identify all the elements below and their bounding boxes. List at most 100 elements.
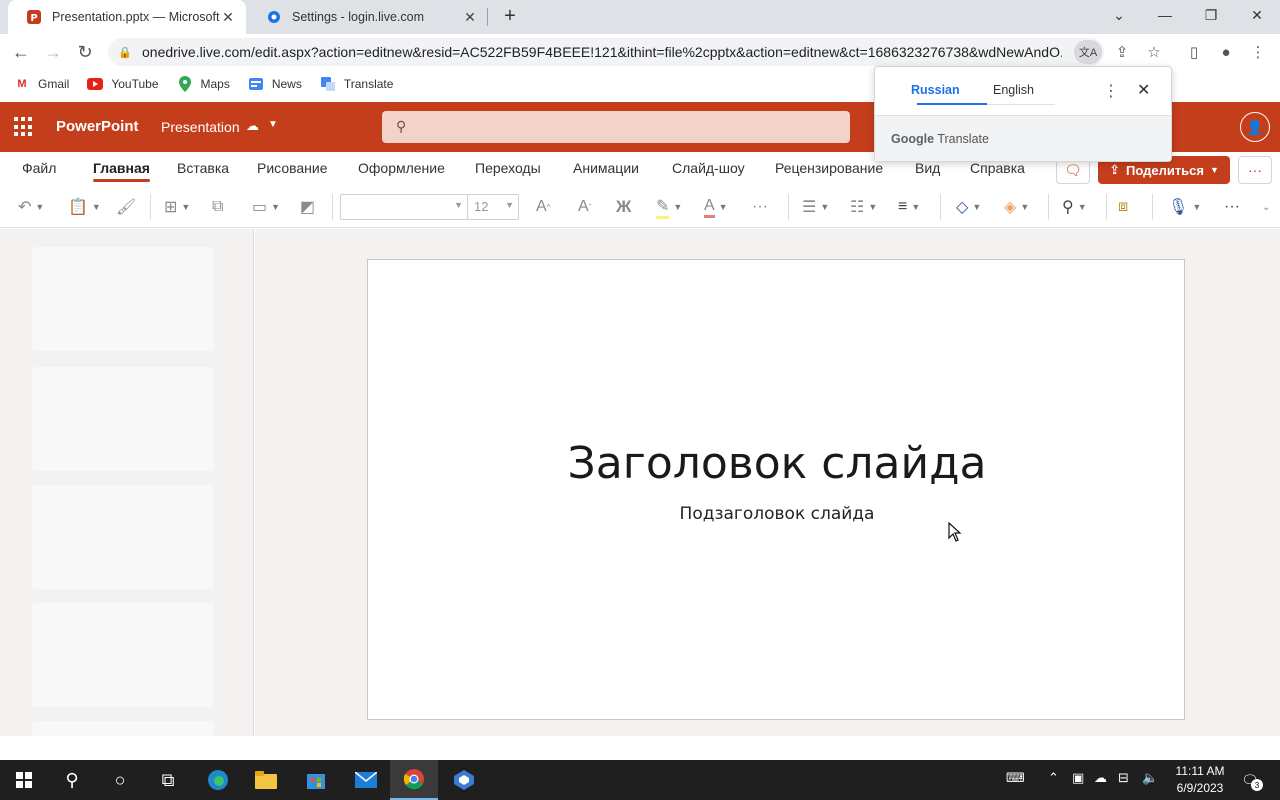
chrome-icon[interactable] <box>390 760 438 800</box>
font-color-icon[interactable]: A ▼ <box>704 195 728 219</box>
close-tab-icon[interactable]: ✕ <box>220 9 236 26</box>
tab-settings[interactable]: Settings - login.live.com ✕ <box>248 0 488 34</box>
meet-now-icon[interactable]: ▣ <box>1072 770 1084 786</box>
reload-icon[interactable]: ↻ <box>72 40 98 64</box>
app-icon[interactable] <box>440 760 488 800</box>
close-tab-icon[interactable]: ✕ <box>462 9 478 26</box>
target-language-tab[interactable]: English <box>993 83 1034 97</box>
designer-icon[interactable]: ⧈ <box>1118 195 1128 219</box>
align-icon[interactable]: ≡ ▼ <box>898 195 920 219</box>
slide-canvas[interactable]: Заголовок слайда Подзаголовок слайда <box>367 259 1185 720</box>
font-size-select[interactable]: 12 ▼ <box>467 194 519 220</box>
window-close-icon[interactable]: ✕ <box>1234 0 1280 30</box>
ribbon-tab-view[interactable]: Вид <box>915 160 940 176</box>
volume-icon[interactable]: 🔈 <box>1142 770 1158 786</box>
edge-icon[interactable] <box>194 760 242 800</box>
profile-icon[interactable]: ● <box>1216 42 1236 62</box>
shapes-icon[interactable]: ◇ ▼ <box>956 195 981 219</box>
format-painter-icon[interactable]: 🖌 <box>116 195 136 219</box>
ribbon-expand-chevron-icon[interactable]: ⌄ <box>1262 195 1270 219</box>
more-options-icon[interactable]: ··· <box>1238 156 1272 184</box>
decrease-font-size-icon[interactable]: Aˇ <box>578 195 591 219</box>
forward-arrow-icon[interactable]: → <box>40 40 66 64</box>
slide-thumbnail-placeholder[interactable] <box>32 485 214 589</box>
more-commands-icon[interactable]: ··· <box>1224 195 1240 219</box>
ribbon-tab-help[interactable]: Справка <box>970 160 1025 176</box>
translate-options-icon[interactable]: ⋮ <box>1103 81 1119 101</box>
layout-icon[interactable]: ▭ ▼ <box>252 195 280 219</box>
share-page-icon[interactable]: ⇪ <box>1112 42 1132 62</box>
bookmark-label: Translate <box>343 77 394 91</box>
search-icon[interactable]: ⚲ <box>48 760 96 800</box>
document-name[interactable]: Presentation <box>161 119 240 135</box>
slide-thumbnail-pane[interactable] <box>0 229 254 736</box>
ribbon-tab-home[interactable]: Главная <box>93 160 150 182</box>
dictate-microphone-icon[interactable]: 🎙 ▼ <box>1168 195 1201 219</box>
font-name-select[interactable]: ▼ <box>340 194 468 220</box>
ribbon-tab-design[interactable]: Оформление <box>358 160 445 176</box>
bold-button[interactable]: Ж <box>616 195 631 219</box>
paste-icon[interactable]: 📋 ▼ <box>68 195 101 219</box>
bookmark-youtube[interactable]: YouTube <box>87 76 159 92</box>
slide-thumbnail-placeholder[interactable] <box>32 603 214 707</box>
ribbon-tab-insert[interactable]: Вставка <box>177 160 229 176</box>
system-clock[interactable]: 11:11 AM 6/9/2023 <box>1168 763 1232 797</box>
find-icon[interactable]: ⚲ ▼ <box>1062 195 1087 219</box>
keyboard-icon[interactable]: ⌨ <box>1006 770 1025 786</box>
chevron-down-icon[interactable]: ▼ <box>268 119 278 130</box>
numbering-icon[interactable]: ☷ ▼ <box>850 195 877 219</box>
notifications-icon[interactable]: 🗨 3 <box>1236 768 1264 792</box>
app-launcher-icon[interactable] <box>14 117 34 137</box>
ribbon-tab-transitions[interactable]: Переходы <box>475 160 541 176</box>
ribbon-tab-draw[interactable]: Рисование <box>257 160 328 176</box>
bullets-icon[interactable]: ☰ ▼ <box>802 195 829 219</box>
tab-powerpoint[interactable]: P Presentation.pptx — Microsoft PowerPoi… <box>8 0 246 34</box>
shape-fill-icon[interactable]: ◈ ▼ <box>1004 195 1029 219</box>
tray-chevron-up-icon[interactable]: ⌃ <box>1048 770 1059 786</box>
search-box[interactable]: ⚲ <box>382 111 850 143</box>
address-bar[interactable]: 🔒 onedrive.live.com/edit.aspx?action=edi… <box>108 38 1104 66</box>
app-name[interactable]: PowerPoint <box>56 118 139 135</box>
highlight-icon[interactable]: ✎ ▼ <box>656 195 682 219</box>
undo-icon[interactable]: ↶ ▼ <box>18 195 44 219</box>
bookmark-star-icon[interactable]: ☆ <box>1144 42 1164 62</box>
file-explorer-icon[interactable] <box>242 760 290 800</box>
bookmark-translate[interactable]: Translate <box>320 76 394 92</box>
tab-search-chevron-icon[interactable]: ⌄ <box>1096 0 1142 30</box>
account-avatar-icon[interactable]: 👤 <box>1240 112 1270 142</box>
task-view-icon[interactable]: ⧉ <box>144 760 192 800</box>
increase-font-size-icon[interactable]: A ^ <box>536 195 550 219</box>
ribbon-tab-file[interactable]: Файл <box>22 160 56 176</box>
slide-subtitle[interactable]: Подзаголовок слайда <box>368 504 1186 524</box>
slide-title[interactable]: Заголовок слайда <box>368 438 1186 489</box>
translate-page-icon[interactable]: 文A <box>1074 40 1102 64</box>
network-icon[interactable]: ⊟ <box>1118 770 1129 786</box>
bookmark-news[interactable]: News <box>248 76 302 92</box>
chrome-menu-icon[interactable]: ⋮ <box>1248 42 1268 62</box>
side-panel-icon[interactable]: ▯ <box>1184 42 1204 62</box>
lock-icon[interactable]: 🔒 <box>118 46 132 59</box>
ribbon-tab-slideshow[interactable]: Слайд-шоу <box>672 160 745 176</box>
mail-icon[interactable] <box>342 760 390 800</box>
back-arrow-icon[interactable]: ← <box>8 40 34 64</box>
bookmark-maps[interactable]: Maps <box>177 76 230 92</box>
slide-thumbnail-placeholder[interactable] <box>32 247 214 351</box>
minimize-icon[interactable]: — <box>1142 0 1188 30</box>
cortana-icon[interactable]: ○ <box>96 760 144 800</box>
bookmark-gmail[interactable]: M Gmail <box>14 76 69 92</box>
slide-thumbnail-placeholder[interactable] <box>32 721 214 736</box>
restore-icon[interactable]: ❐ <box>1188 0 1234 30</box>
source-language-tab[interactable]: Russian <box>911 83 960 97</box>
ribbon-tab-animations[interactable]: Анимации <box>573 160 639 176</box>
windows-start-icon[interactable] <box>0 760 48 800</box>
slide-thumbnail-placeholder[interactable] <box>32 367 214 471</box>
store-icon[interactable] <box>292 760 340 800</box>
close-icon[interactable]: ✕ <box>1137 80 1150 100</box>
new-tab-plus-icon[interactable]: + <box>498 5 522 28</box>
background-icon[interactable]: ◩ <box>300 195 315 219</box>
onedrive-icon[interactable]: ☁ <box>1094 770 1107 786</box>
more-font-options-icon[interactable]: ··· <box>752 195 768 219</box>
reuse-slides-icon[interactable]: ⧉ <box>212 195 223 219</box>
new-slide-icon[interactable]: ⊞ ▼ <box>164 195 190 219</box>
ribbon-tab-review[interactable]: Рецензирование <box>775 160 883 176</box>
